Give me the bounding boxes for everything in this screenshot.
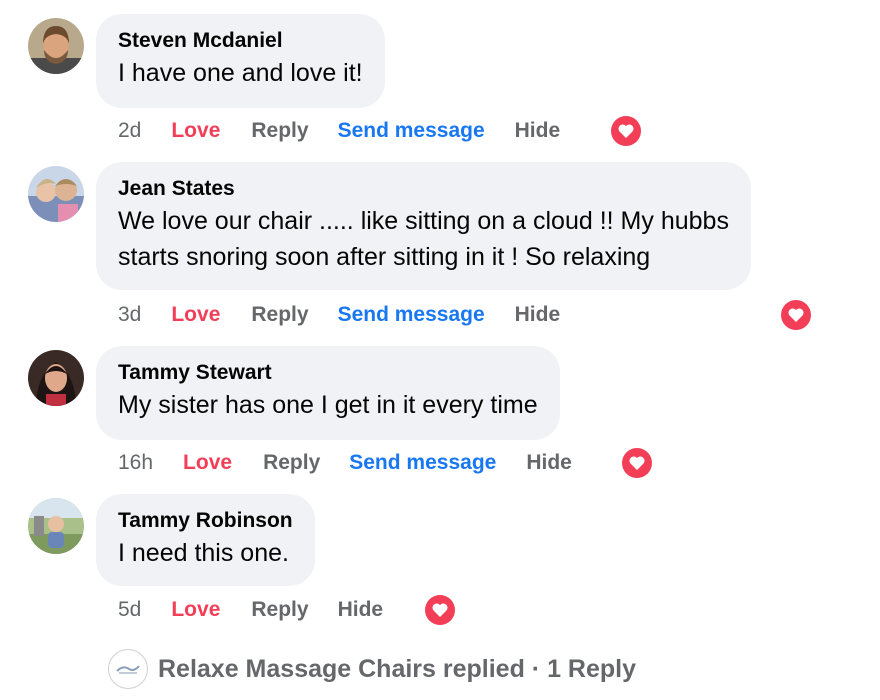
comment-bubble: Tammy Stewart My sister has one I get in… <box>96 346 560 440</box>
hide-button[interactable]: Hide <box>515 303 561 327</box>
comment-text-line: We love our chair ..... like sitting on … <box>118 207 729 235</box>
comment-timestamp[interactable]: 16h <box>118 451 153 475</box>
love-reaction-icon[interactable] <box>621 447 653 479</box>
avatar[interactable] <box>28 18 84 74</box>
comment-bubble: Jean States We love our chair ..... like… <box>96 162 751 290</box>
comment-text-line: starts snoring soon after sitting in it … <box>118 243 651 271</box>
avatar[interactable] <box>28 498 84 554</box>
comment-actions: 2d Love Reply Send message Hide <box>118 116 560 146</box>
comment-text: I have one and love it! <box>118 59 363 87</box>
chair-logo-icon <box>116 665 140 674</box>
love-button[interactable]: Love <box>183 451 232 475</box>
love-button[interactable]: Love <box>171 303 220 327</box>
hide-button[interactable]: Hide <box>338 598 384 622</box>
comment-text: My sister has one I get in it every time <box>118 391 538 419</box>
send-message-button[interactable]: Send message <box>349 451 496 475</box>
hide-button[interactable]: Hide <box>526 451 572 475</box>
comment-bubble: Steven Mcdaniel I have one and love it! <box>96 14 385 108</box>
comment-bubble: Tammy Robinson I need this one. <box>96 494 315 586</box>
reply-button[interactable]: Reply <box>251 598 308 622</box>
avatar[interactable] <box>28 166 84 222</box>
reply-button[interactable]: Reply <box>251 303 308 327</box>
comment-timestamp[interactable]: 3d <box>118 303 141 327</box>
love-button[interactable]: Love <box>171 119 220 143</box>
page-avatar <box>108 649 148 689</box>
comment-author[interactable]: Tammy Stewart <box>118 359 538 387</box>
love-reaction-icon[interactable] <box>780 299 812 331</box>
hide-button[interactable]: Hide <box>515 119 561 143</box>
comment-text: I need this one. <box>118 539 289 567</box>
send-message-button[interactable]: Send message <box>338 303 485 327</box>
send-message-button[interactable]: Send message <box>338 119 485 143</box>
reply-button[interactable]: Reply <box>251 119 308 143</box>
comment-actions: 5d Love Reply Hide <box>118 595 383 625</box>
avatar[interactable] <box>28 350 84 406</box>
comment-actions: 3d Love Reply Send message Hide <box>118 300 560 330</box>
love-reaction-icon[interactable] <box>424 594 456 626</box>
comment-actions: 16h Love Reply Send message Hide <box>118 448 572 478</box>
love-reaction-icon[interactable] <box>610 115 642 147</box>
comment-timestamp[interactable]: 5d <box>118 598 141 622</box>
comment-author[interactable]: Tammy Robinson <box>118 507 293 535</box>
replies-summary-text[interactable]: Relaxe Massage Chairs replied · 1 Reply <box>158 655 636 684</box>
comment-author[interactable]: Steven Mcdaniel <box>118 27 363 55</box>
reply-button[interactable]: Reply <box>263 451 320 475</box>
comment-author[interactable]: Jean States <box>118 175 729 203</box>
view-replies-link[interactable]: Relaxe Massage Chairs replied · 1 Reply <box>108 648 636 690</box>
comment-timestamp[interactable]: 2d <box>118 119 141 143</box>
love-button[interactable]: Love <box>171 598 220 622</box>
